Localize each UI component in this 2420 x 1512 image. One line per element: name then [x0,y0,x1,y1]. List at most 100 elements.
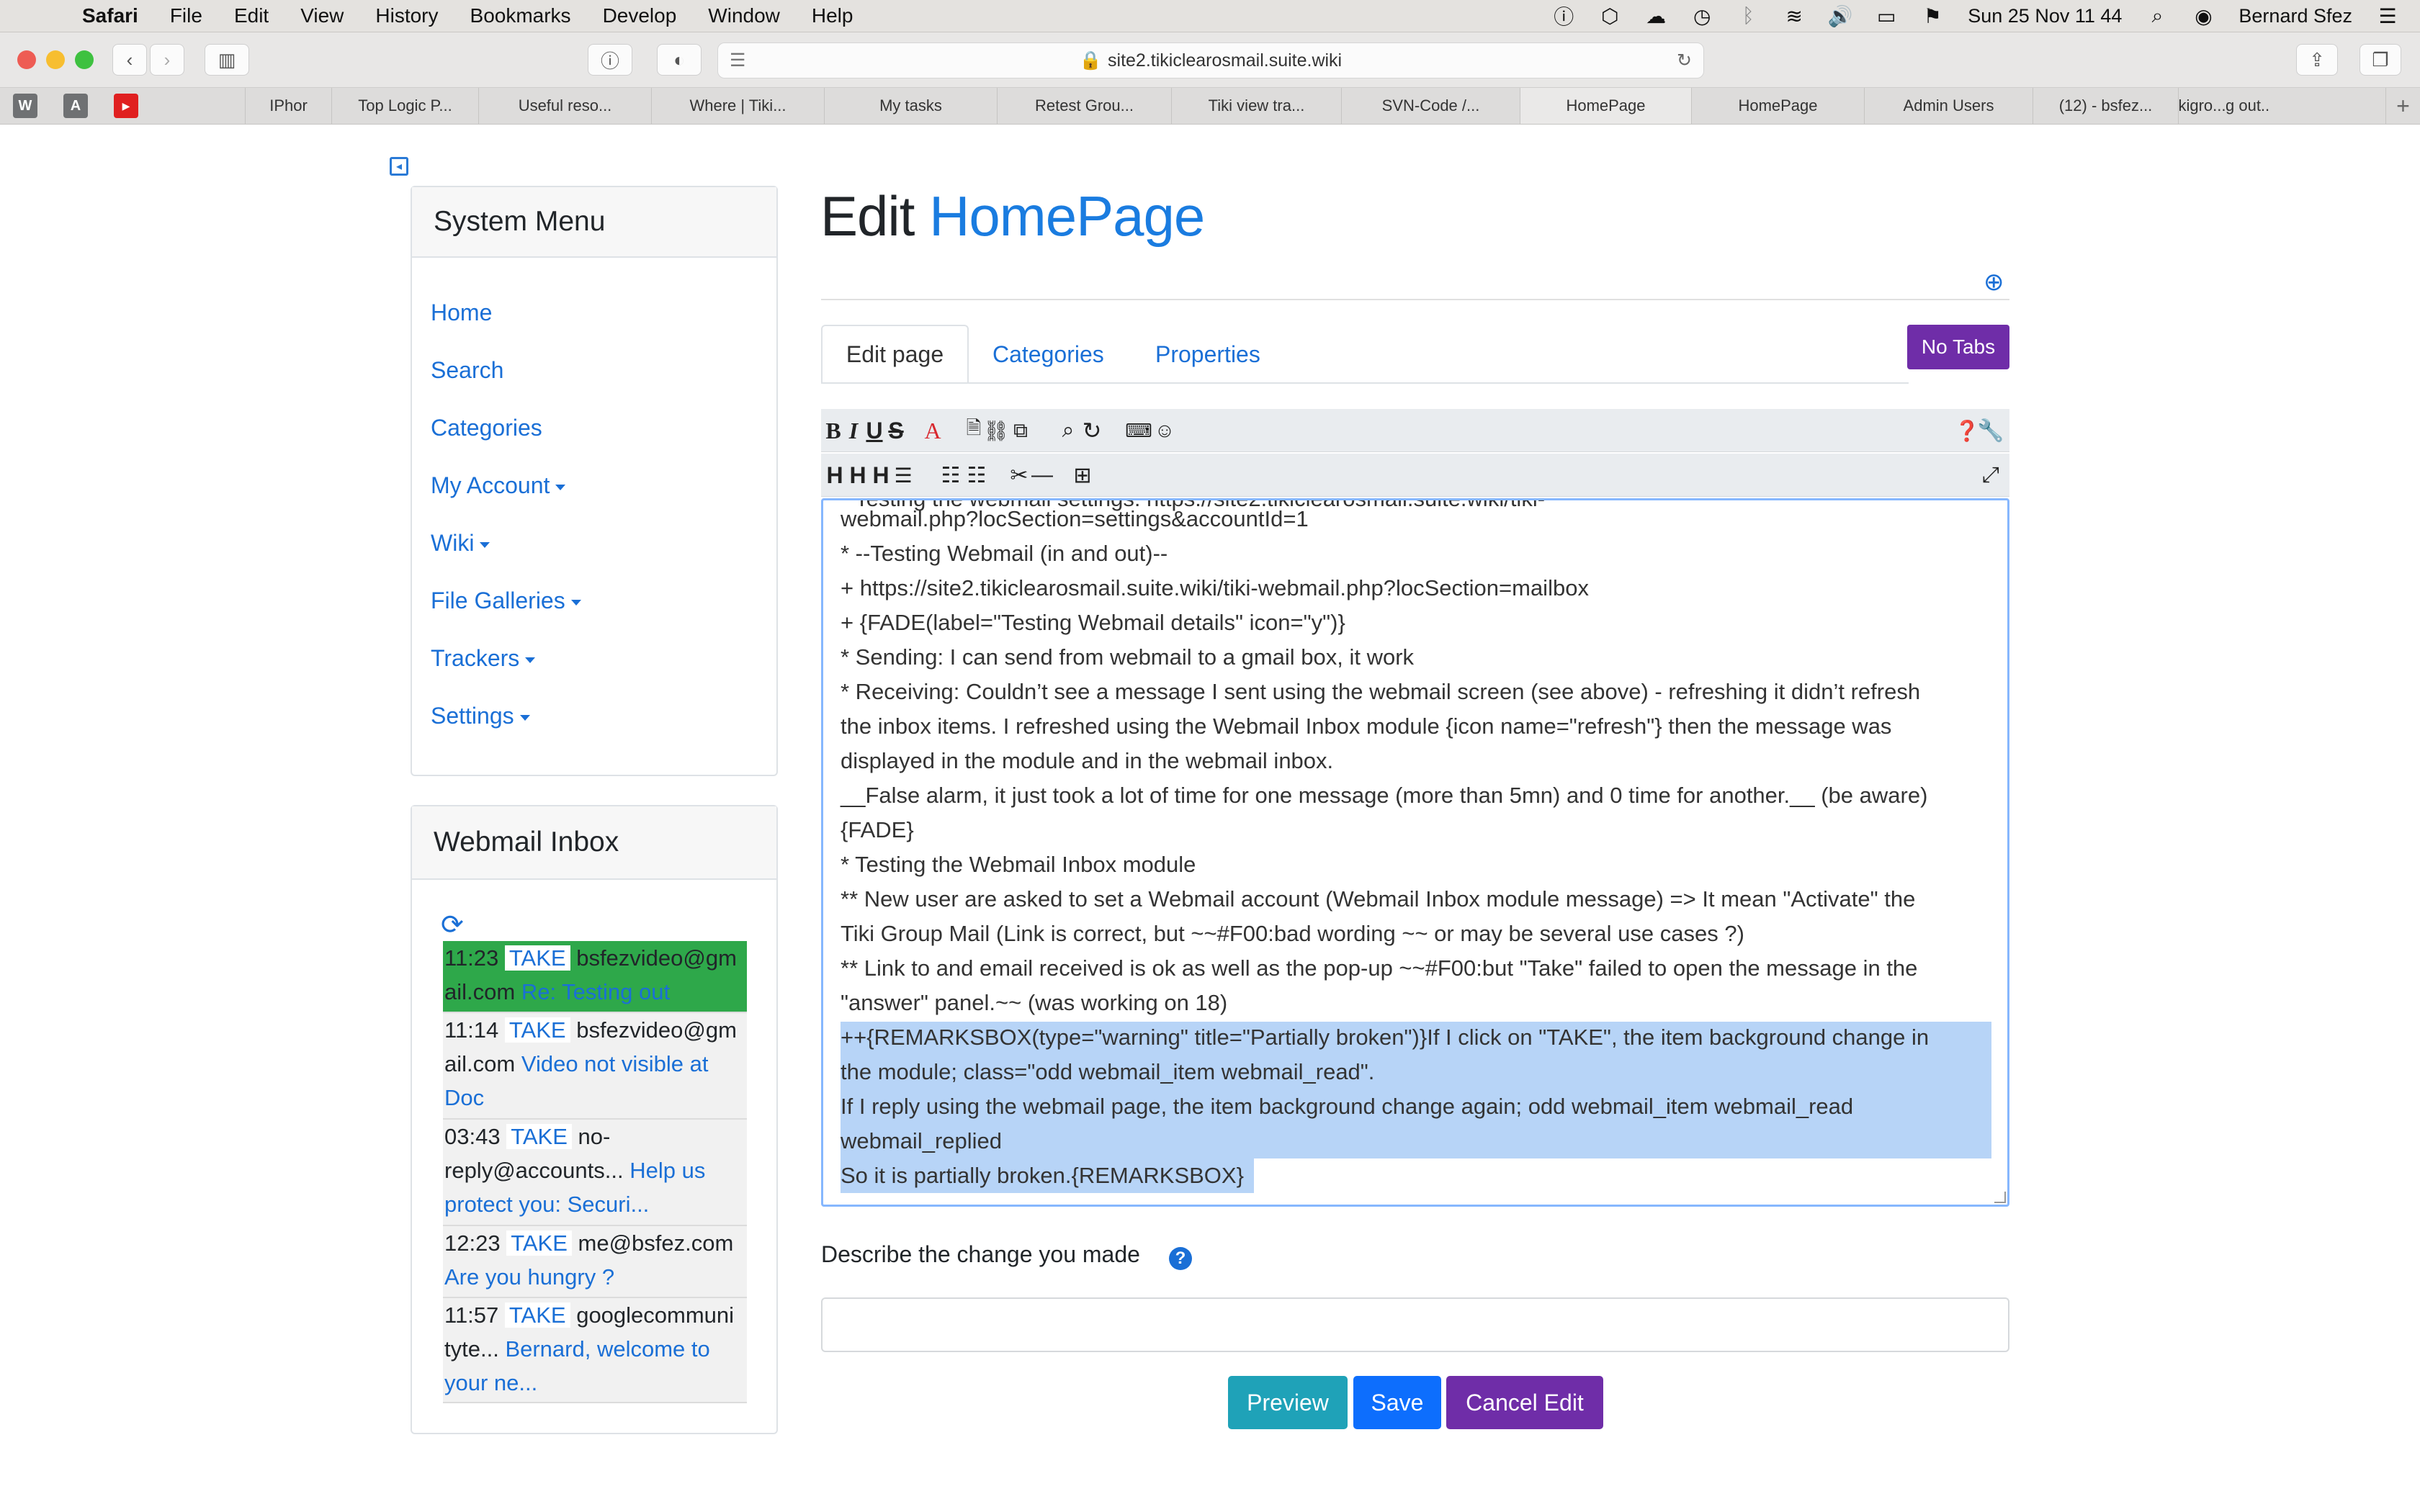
help-circle-icon[interactable]: ❓ [1955,409,1980,452]
browser-tab[interactable]: My tasks [824,88,997,124]
mail-subject-link[interactable]: Bernard, welcome to [505,1336,709,1362]
cloud-icon[interactable]: ☁ [1645,5,1667,27]
sidebar-item-my-account[interactable]: My Account [431,472,566,499]
mail-subject-cont[interactable]: Doc [444,1085,484,1110]
smiley-icon[interactable]: ☺ [1154,409,1175,452]
new-tab-icon[interactable]: + [2385,88,2420,124]
browser-tab[interactable]: HomePage [1691,88,1864,124]
save-button[interactable]: Save [1353,1376,1441,1429]
close-window-button[interactable] [17,50,36,69]
numbered-list-icon[interactable]: ☷ [965,454,988,497]
bold-button[interactable]: B [824,409,843,452]
zoom-in-icon[interactable]: ⊕ [1984,268,2004,297]
avatar-icon[interactable]: ◉ [2192,5,2214,27]
reader-icon[interactable]: ☰ [730,50,745,71]
wiki-editor-textarea[interactable]: * Testing the webmail settings: https://… [821,498,2009,1207]
user-name[interactable]: Bernard Sfez [2238,5,2352,27]
browser-tab[interactable]: Where | Tiki... [651,88,824,124]
battery-icon[interactable]: ▭ [1876,5,1897,27]
time-machine-icon[interactable]: ◷ [1691,5,1713,27]
pinned-tab-w[interactable]: W [13,94,37,118]
wifi-icon[interactable]: ≋ [1783,5,1805,27]
menu-edit[interactable]: Edit [234,4,269,27]
tab-properties[interactable]: Properties [1155,325,1260,384]
cancel-edit-button[interactable]: Cancel Edit [1446,1376,1603,1429]
sidebar-toggle-button[interactable]: ▥ [205,44,249,76]
sidebar-item-settings[interactable]: Settings [431,703,530,729]
browser-tab[interactable]: SVN-Code /... [1341,88,1520,124]
back-button[interactable]: ‹ [112,44,147,76]
mail-subject-link[interactable]: Help us [629,1158,705,1183]
browser-tab[interactable]: Admin Users [1864,88,2033,124]
browser-tab[interactable]: (12) - bsfez... [2033,88,2178,124]
pinned-tab-youtube[interactable]: ▶ [114,94,138,118]
question-icon[interactable]: ? [1169,1247,1192,1270]
mail-subject-cont[interactable]: protect you: Securi... [444,1192,649,1217]
menu-history[interactable]: History [375,4,438,27]
sidebar-item-search[interactable]: Search [431,357,503,384]
external-link-icon[interactable]: ⧉ [1010,409,1031,452]
box-icon[interactable]: ⬡ [1599,5,1621,27]
browser-tab[interactable]: Tiki view tra... [1171,88,1341,124]
browser-tab[interactable]: g out... [2226,88,2269,124]
preview-button[interactable]: Preview [1228,1376,1348,1429]
describe-change-input[interactable] [821,1297,2009,1352]
tab-edit-page[interactable]: Edit page [821,325,969,384]
refresh-icon[interactable]: ⟳ [441,909,464,941]
pinned-tab-a[interactable]: A [63,94,88,118]
resize-handle[interactable] [1994,1192,2006,1203]
link-icon[interactable]: ⛓ [983,409,1009,452]
wrench-icon[interactable]: 🔧 [1977,409,2004,452]
browser-tab[interactable]: IPhor [245,88,331,124]
flag-icon[interactable]: ⚑ [1922,5,1943,27]
mail-subject-link[interactable]: Are you hungry ? [444,1264,614,1290]
heading1-button[interactable]: H [824,454,846,497]
menu-window[interactable]: Window [708,4,780,27]
address-bar[interactable]: ☰ 🔒 site2.tikiclearosmail.suite.wiki ↻ [717,42,1704,78]
menu-help[interactable]: Help [812,4,853,27]
fullscreen-icon[interactable]: ⤢ [1979,454,2002,497]
take-link[interactable]: TAKE [504,1302,570,1328]
redo-icon[interactable]: ↻ [1080,409,1103,452]
take-link[interactable]: TAKE [504,1017,570,1043]
no-tabs-button[interactable]: No Tabs [1907,325,2009,369]
sidebar-item-wiki[interactable]: Wiki [431,530,490,557]
mail-subject-link[interactable]: Video not visible at [521,1051,709,1076]
forward-button[interactable]: › [150,44,184,76]
horizontal-rule-icon[interactable]: — [1031,454,1053,497]
reload-icon[interactable]: ↻ [1677,50,1692,71]
take-link[interactable]: TAKE [506,1230,572,1256]
mail-subject-cont[interactable]: your ne... [444,1370,537,1395]
italic-button[interactable]: I [844,409,863,452]
menu-develop[interactable]: Develop [603,4,677,27]
bullet-list-icon[interactable]: ☷ [939,454,962,497]
volume-icon[interactable]: 🔊 [1828,5,1853,27]
take-link[interactable]: TAKE [504,945,570,971]
password-ext-button[interactable]: ⓘ [588,44,632,76]
browser-tab[interactable]: Retest Grou... [997,88,1171,124]
heading3-button[interactable]: H [870,454,892,497]
sidebar-item-home[interactable]: Home [431,300,492,326]
spotlight-icon[interactable]: ⌕ [2146,4,2168,27]
take-link[interactable]: TAKE [506,1124,572,1149]
mail-subject-link[interactable]: Re: Testing out [521,979,670,1004]
sidebar-item-file-galleries[interactable]: File Galleries [431,588,581,614]
minimize-window-button[interactable] [46,50,65,69]
file-icon[interactable]: 🗎 [964,409,984,452]
browser-tab[interactable]: Useful reso... [478,88,651,124]
clock[interactable]: Sun 25 Nov 11 44 [1968,5,2122,27]
heading2-button[interactable]: H [847,454,869,497]
scissors-icon[interactable]: ✂ [1008,454,1030,497]
table-icon[interactable]: ⊞ [1070,454,1095,497]
find-icon[interactable]: ⌕ [1057,409,1079,452]
keyboard-icon[interactable]: ⌨ [1125,409,1152,452]
menu-file[interactable]: File [170,4,202,27]
tab-overview-button[interactable]: ❐ [2360,44,2401,76]
zoom-window-button[interactable] [75,50,94,69]
password-icon[interactable]: ⓘ [1553,5,1574,28]
browser-tab[interactable]: kigro... [2178,88,2226,124]
share-button[interactable]: ⇪ [2296,44,2338,76]
collapse-sidebar-button[interactable]: ◂ [390,157,408,176]
browser-tab[interactable]: Top Logic P... [331,88,478,124]
tab-categories[interactable]: Categories [992,325,1104,384]
